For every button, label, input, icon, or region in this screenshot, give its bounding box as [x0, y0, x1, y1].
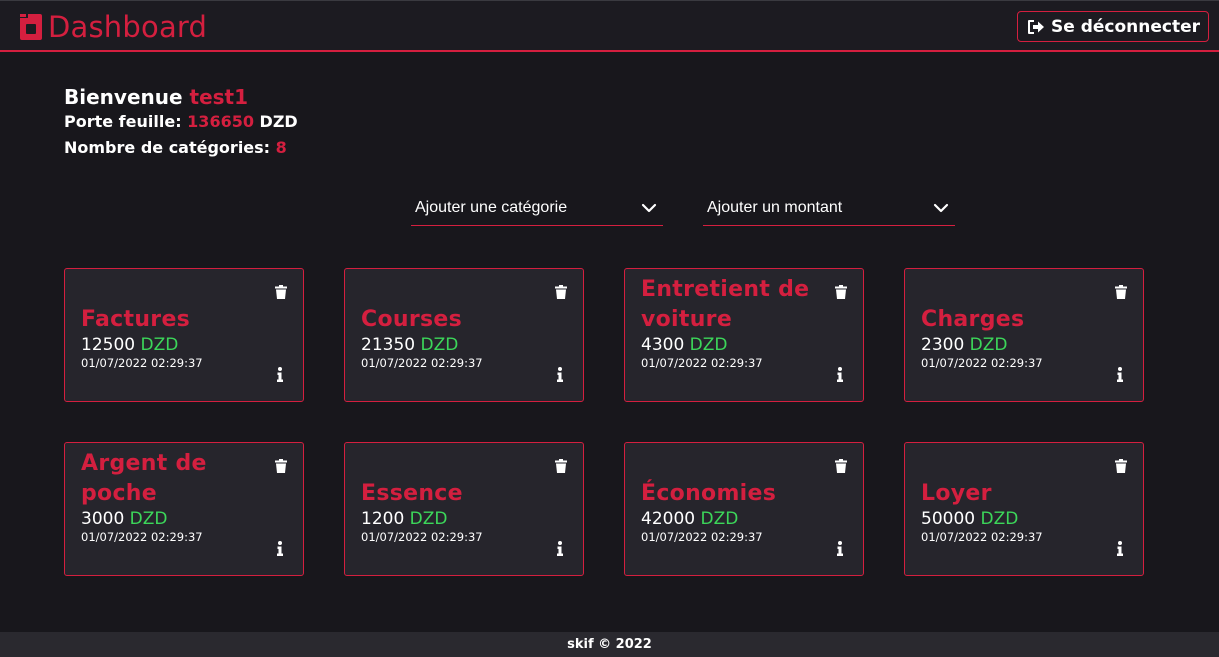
- info-icon[interactable]: [1117, 541, 1123, 556]
- info-icon[interactable]: [277, 541, 283, 556]
- category-name: Argent de poche: [81, 451, 207, 506]
- category-amount-line: 1200 DZD: [361, 509, 567, 529]
- category-date: 01/07/2022 02:29:37: [361, 530, 483, 544]
- category-amount-line: 4300 DZD: [641, 335, 847, 355]
- category-name: Factures: [81, 307, 191, 332]
- brand-logo[interactable]: Dashboard: [18, 12, 207, 42]
- wallet-currency: DZD: [259, 112, 298, 131]
- category-amount-line: 2300 DZD: [921, 335, 1127, 355]
- welcome-line: Bienvenue test1: [64, 85, 298, 109]
- category-amount: 50000: [921, 509, 976, 529]
- username: test1: [189, 85, 249, 109]
- category-amount: 2300: [921, 335, 965, 355]
- wallet-line: Porte feuille: 136650 DZD: [64, 109, 298, 135]
- category-name: Loyer: [921, 481, 992, 506]
- footer: skif © 2022: [0, 632, 1219, 657]
- category-currency: DZD: [420, 335, 459, 355]
- chevron-down-icon: [641, 203, 657, 212]
- category-amount: 4300: [641, 335, 685, 355]
- top-navbar: Dashboard Se déconnecter: [0, 0, 1219, 52]
- trash-icon[interactable]: [835, 459, 847, 473]
- card-body: Entretient de voiture 4300 DZD 01/07/202…: [641, 275, 847, 370]
- category-amount: 42000: [641, 509, 696, 529]
- card-body: Loyer 50000 DZD 01/07/2022 02:29:37: [921, 479, 1127, 544]
- add-amount-dropdown[interactable]: Ajouter un montant: [703, 190, 955, 226]
- category-amount: 1200: [361, 509, 405, 529]
- logout-label: Se déconnecter: [1051, 16, 1200, 37]
- category-name: Entretient de voiture: [641, 277, 810, 332]
- trash-icon[interactable]: [555, 285, 567, 299]
- category-amount-line: 3000 DZD: [81, 509, 287, 529]
- app-title: Dashboard: [48, 10, 208, 44]
- card-body: Factures 12500 DZD 01/07/2022 02:29:37: [81, 305, 287, 370]
- footer-copyright: skif © 2022: [567, 637, 652, 652]
- category-date: 01/07/2022 02:29:37: [921, 356, 1043, 370]
- category-name: Économies: [641, 481, 777, 506]
- category-currency: DZD: [700, 509, 739, 529]
- dashboard-logo-icon: [20, 14, 42, 40]
- trash-icon[interactable]: [275, 285, 287, 299]
- category-date: 01/07/2022 02:29:37: [361, 356, 483, 370]
- wallet-value: 136650: [187, 112, 254, 131]
- card-body: Courses 21350 DZD 01/07/2022 02:29:37: [361, 305, 567, 370]
- category-name: Courses: [361, 307, 462, 332]
- add-category-label: Ajouter une catégorie: [415, 198, 568, 216]
- category-currency: DZD: [689, 335, 728, 355]
- category-card[interactable]: Économies 42000 DZD 01/07/2022 02:29:37: [624, 442, 864, 576]
- chevron-down-icon: [933, 203, 949, 212]
- category-amount-line: 50000 DZD: [921, 509, 1127, 529]
- info-icon[interactable]: [837, 541, 843, 556]
- category-date: 01/07/2022 02:29:37: [81, 356, 203, 370]
- welcome-panel: Bienvenue test1 Porte feuille: 136650 DZ…: [64, 85, 298, 161]
- category-amount-line: 21350 DZD: [361, 335, 567, 355]
- category-amount: 3000: [81, 509, 125, 529]
- category-currency: DZD: [140, 335, 179, 355]
- info-icon[interactable]: [557, 541, 563, 556]
- category-date: 01/07/2022 02:29:37: [641, 356, 763, 370]
- card-body: Argent de poche 3000 DZD 01/07/2022 02:2…: [81, 449, 287, 544]
- add-category-dropdown[interactable]: Ajouter une catégorie: [411, 190, 663, 226]
- trash-icon[interactable]: [1115, 285, 1127, 299]
- sign-out-icon: [1028, 19, 1044, 34]
- category-card[interactable]: Essence 1200 DZD 01/07/2022 02:29:37: [344, 442, 584, 576]
- category-date: 01/07/2022 02:29:37: [641, 530, 763, 544]
- greeting-text: Bienvenue: [64, 85, 183, 109]
- category-date: 01/07/2022 02:29:37: [81, 530, 203, 544]
- category-currency: DZD: [129, 509, 168, 529]
- category-card[interactable]: Loyer 50000 DZD 01/07/2022 02:29:37: [904, 442, 1144, 576]
- category-card[interactable]: Courses 21350 DZD 01/07/2022 02:29:37: [344, 268, 584, 402]
- info-icon[interactable]: [277, 367, 283, 382]
- category-amount-line: 42000 DZD: [641, 509, 847, 529]
- category-currency: DZD: [980, 509, 1019, 529]
- category-card[interactable]: Factures 12500 DZD 01/07/2022 02:29:37: [64, 268, 304, 402]
- category-amount: 21350: [361, 335, 416, 355]
- add-amount-label: Ajouter un montant: [707, 198, 843, 216]
- category-card[interactable]: Entretient de voiture 4300 DZD 01/07/202…: [624, 268, 864, 402]
- dashboard-page: Dashboard Se déconnecter Bienvenue test1…: [0, 0, 1219, 657]
- logout-button[interactable]: Se déconnecter: [1017, 11, 1209, 42]
- category-name: Essence: [361, 481, 463, 506]
- category-currency: DZD: [409, 509, 448, 529]
- category-amount-line: 12500 DZD: [81, 335, 287, 355]
- categories-count-line: Nombre de catégories: 8: [64, 135, 298, 161]
- wallet-label: Porte feuille:: [64, 112, 182, 131]
- card-body: Économies 42000 DZD 01/07/2022 02:29:37: [641, 479, 847, 544]
- category-name: Charges: [921, 307, 1025, 332]
- category-date: 01/07/2022 02:29:37: [921, 530, 1043, 544]
- card-body: Essence 1200 DZD 01/07/2022 02:29:37: [361, 479, 567, 544]
- category-amount: 12500: [81, 335, 136, 355]
- trash-icon[interactable]: [1115, 459, 1127, 473]
- info-icon[interactable]: [1117, 367, 1123, 382]
- trash-icon[interactable]: [555, 459, 567, 473]
- category-card[interactable]: Argent de poche 3000 DZD 01/07/2022 02:2…: [64, 442, 304, 576]
- categories-label: Nombre de catégories:: [64, 138, 271, 157]
- category-card[interactable]: Charges 2300 DZD 01/07/2022 02:29:37: [904, 268, 1144, 402]
- categories-count: 8: [275, 138, 287, 157]
- category-currency: DZD: [969, 335, 1008, 355]
- card-body: Charges 2300 DZD 01/07/2022 02:29:37: [921, 305, 1127, 370]
- info-icon[interactable]: [837, 367, 843, 382]
- info-icon[interactable]: [557, 367, 563, 382]
